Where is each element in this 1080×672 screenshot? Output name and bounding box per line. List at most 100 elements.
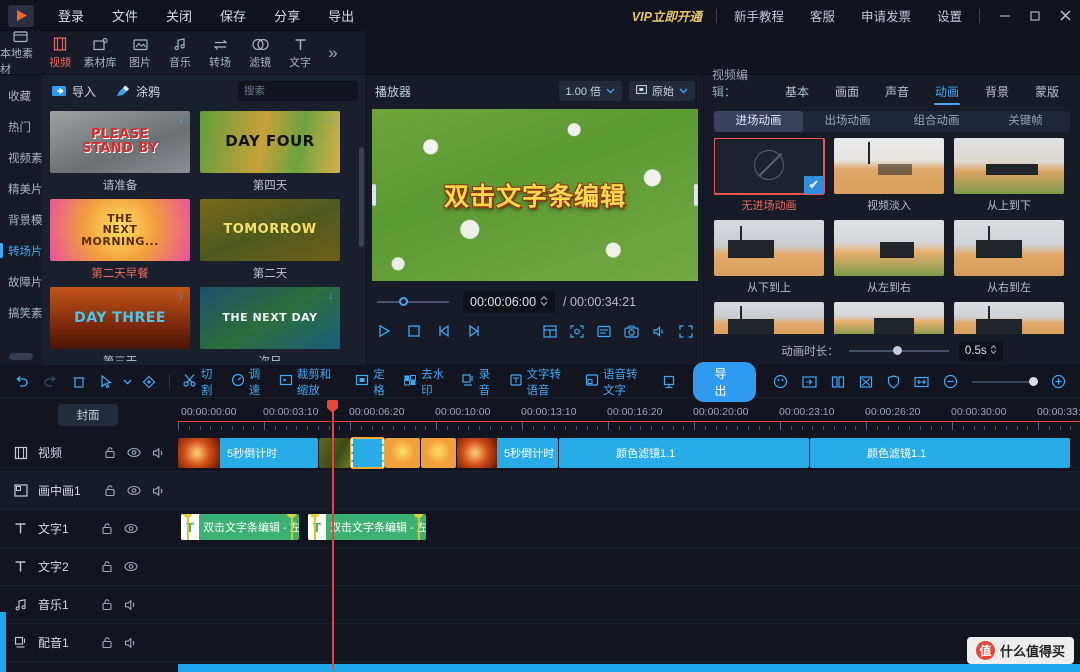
duration-slider[interactable]	[849, 350, 949, 352]
zoom-in-icon[interactable]	[1044, 366, 1073, 398]
subtab-entrance[interactable]: 进场动画	[714, 111, 803, 132]
preview-text-overlay[interactable]: 双击文字条编辑	[444, 177, 626, 213]
snapshot-icon[interactable]	[624, 325, 639, 338]
slider-knob[interactable]	[893, 346, 902, 355]
play-icon[interactable]	[377, 324, 391, 338]
eye-icon[interactable]	[124, 523, 138, 534]
timeline-clip[interactable]	[421, 438, 456, 468]
ruler-scale[interactable]: 00:00:00:00 00:00:03:10 00:00:06:20 00:0…	[178, 398, 1080, 434]
tab-animation[interactable]: 动画	[922, 83, 972, 107]
ribbon-filter[interactable]: 滤镜	[240, 31, 280, 75]
timeline-clip[interactable]: 5秒倒计时	[457, 438, 558, 468]
vip-upgrade-button[interactable]: VIP立即开通	[622, 6, 712, 25]
preset-thumbnail[interactable]	[714, 302, 824, 334]
ribbon-library[interactable]: 素材库	[80, 31, 120, 75]
tab-background[interactable]: 背景	[972, 83, 1022, 107]
preset-thumbnail[interactable]	[834, 302, 944, 334]
category-transitions[interactable]: 转场片段	[0, 235, 42, 266]
ribbon-local-assets[interactable]: 本地素材	[0, 31, 40, 75]
fit-icon[interactable]	[766, 366, 795, 398]
resize-handle-left[interactable]	[372, 184, 376, 206]
ribbon-music[interactable]: 音乐	[160, 31, 200, 75]
asset-card[interactable]: DAY THREE ↓ 第三天	[50, 287, 190, 361]
download-icon[interactable]: ↓	[175, 289, 187, 301]
asset-thumbnail[interactable]: DAY FOUR ↓	[200, 111, 340, 173]
subtab-combo[interactable]: 组合动画	[892, 111, 981, 132]
subtab-keyframe[interactable]: 关键帧	[981, 111, 1070, 132]
animation-preset[interactable]: 从上到下	[954, 138, 1064, 213]
minimize-icon[interactable]	[990, 0, 1020, 31]
asset-card[interactable]: DAY FOUR ↓ 第四天	[200, 111, 340, 193]
crop-scale-button[interactable]: 裁剪和缩放	[272, 366, 349, 398]
mix-icon[interactable]	[852, 366, 880, 398]
eye-icon[interactable]	[124, 561, 138, 572]
category-intros[interactable]: 精美片头	[0, 173, 42, 204]
category-hot[interactable]: 热门	[0, 111, 42, 142]
category-favorites[interactable]: 收藏	[0, 80, 42, 111]
animation-preset[interactable]: 视频淡入	[834, 138, 944, 213]
asset-card[interactable]: TOMORROW 第二天	[200, 199, 340, 281]
slider-knob[interactable]	[399, 297, 408, 306]
animation-preset[interactable]	[714, 302, 824, 334]
record-button[interactable]: 录音	[454, 366, 502, 398]
speaker-icon[interactable]	[152, 447, 166, 459]
expand-icon[interactable]	[907, 366, 936, 398]
menu-tutorial[interactable]: 新手教程	[721, 6, 797, 25]
progress-slider[interactable]	[377, 301, 449, 303]
preset-thumbnail[interactable]	[954, 220, 1064, 276]
animation-preset[interactable]	[954, 302, 1064, 334]
preset-thumbnail[interactable]	[954, 138, 1064, 194]
ratio-dropdown[interactable]: 原始	[629, 81, 695, 101]
animation-preset[interactable]: 从右到左	[954, 220, 1064, 295]
current-time-field[interactable]: 00:00:06:00	[463, 291, 555, 313]
crop-icon[interactable]	[570, 325, 584, 338]
tab-audio[interactable]: 声音	[872, 83, 922, 107]
category-glitch[interactable]: 故障片段	[0, 266, 42, 297]
lock-icon[interactable]	[101, 560, 113, 573]
eye-icon[interactable]	[127, 485, 141, 496]
category-video-assets[interactable]: 视频素材	[0, 142, 42, 173]
preset-thumbnail[interactable]	[714, 220, 824, 276]
asset-thumbnail[interactable]: TOMORROW	[200, 199, 340, 261]
redo-icon[interactable]	[36, 366, 65, 398]
stop-icon[interactable]	[407, 324, 421, 338]
export-button[interactable]: 导出	[693, 362, 757, 402]
menu-settings[interactable]: 设置	[924, 6, 975, 25]
stepper-icon[interactable]	[540, 295, 548, 310]
menu-save[interactable]: 保存	[206, 2, 260, 29]
subtab-exit[interactable]: 出场动画	[803, 111, 892, 132]
category-funny[interactable]: 搞笑素材	[0, 297, 42, 328]
menu-invoice[interactable]: 申请发票	[848, 6, 924, 25]
asset-thumbnail[interactable]: DAY THREE ↓	[50, 287, 190, 349]
lock-icon[interactable]	[104, 484, 116, 497]
slider-knob[interactable]	[1029, 377, 1038, 386]
timeline-zoom-slider[interactable]	[972, 381, 1037, 383]
select-tool-icon[interactable]	[93, 366, 120, 398]
cover-button[interactable]: 封面	[58, 404, 118, 426]
keyframe-marker[interactable]	[287, 514, 296, 518]
import-button[interactable]: 导入	[50, 83, 96, 100]
menu-support[interactable]: 客服	[797, 6, 848, 25]
speech-to-text-button[interactable]: 语音转文字	[578, 366, 655, 398]
timeline-clip[interactable]: 颜色滤镜1.1	[559, 438, 809, 468]
fullscreen-icon[interactable]	[679, 325, 693, 338]
timeline-clip[interactable]	[319, 438, 350, 468]
download-icon[interactable]: ↓	[175, 113, 187, 125]
shield-icon[interactable]	[880, 366, 907, 398]
preset-thumbnail[interactable]: ✔	[714, 138, 824, 194]
maximize-icon[interactable]	[1020, 0, 1050, 31]
next-frame-icon[interactable]	[467, 324, 481, 338]
split-view-icon[interactable]	[543, 325, 557, 338]
eye-icon[interactable]	[127, 447, 141, 458]
volume-icon[interactable]	[652, 325, 666, 338]
download-icon[interactable]: ↓	[325, 113, 337, 125]
delete-icon[interactable]	[65, 366, 93, 398]
menu-file[interactable]: 文件	[98, 2, 152, 29]
timeline-ruler[interactable]: 封面 00:00:00:00 00:00:03:10 00:00:06:20 0…	[0, 398, 1080, 434]
remove-watermark-button[interactable]: 去水印	[396, 366, 453, 398]
animation-preset[interactable]: ✔ 无进场动画	[714, 138, 824, 213]
asset-thumbnail[interactable]: THE NEXT MORNING...	[50, 199, 190, 261]
animation-preset[interactable]	[834, 302, 944, 334]
timeline-clip-selected[interactable]	[351, 438, 384, 468]
chevron-down-icon[interactable]	[120, 366, 135, 398]
